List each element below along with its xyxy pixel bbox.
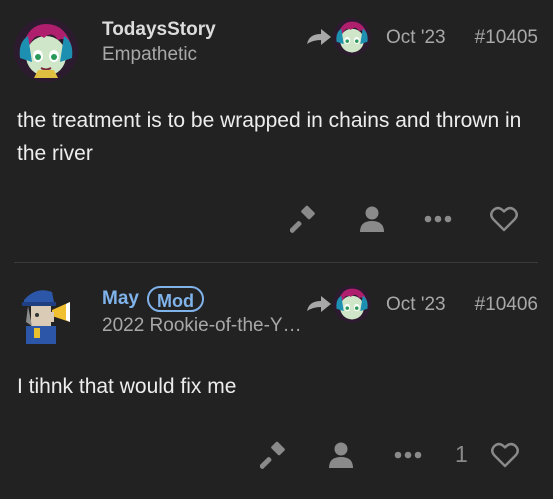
user-title: Empathetic [102, 44, 198, 65]
heart-icon[interactable] [487, 202, 521, 236]
user-icon[interactable] [324, 438, 358, 472]
post-number[interactable]: #10405 [466, 27, 538, 49]
like-count[interactable]: 1 [455, 441, 468, 468]
post-date[interactable]: Oct '23 [386, 27, 446, 49]
ellipsis-icon[interactable] [421, 202, 455, 236]
reply-arrow-icon[interactable] [305, 28, 333, 50]
avatar[interactable] [14, 282, 78, 346]
username[interactable]: May [102, 288, 139, 310]
reply-arrow-icon[interactable] [305, 295, 333, 317]
heart-icon[interactable] [488, 438, 522, 472]
post-body: the treatment is to be wrapped in chains… [17, 109, 522, 165]
mod-badge: Mod [147, 286, 204, 312]
post-number[interactable]: #10406 [466, 294, 538, 316]
post-date[interactable]: Oct '23 [386, 294, 446, 316]
gavel-icon[interactable] [287, 202, 321, 236]
username[interactable]: TodaysStory [102, 19, 216, 41]
avatar[interactable] [14, 18, 78, 82]
post-10405: TodaysStory Empathetic Oct '23 #10405 th… [0, 0, 553, 263]
gavel-icon[interactable] [257, 438, 291, 472]
ellipsis-icon[interactable] [391, 438, 425, 472]
user-icon[interactable] [355, 202, 389, 236]
post-10406: May Mod 2022 Rookie-of-the-Y… Oct '23 #1… [0, 263, 553, 499]
reply-to-avatar[interactable] [333, 285, 371, 323]
reply-to-avatar[interactable] [333, 18, 371, 56]
user-title: 2022 Rookie-of-the-Y… [102, 315, 302, 336]
post-body: I tihnk that would fix me [17, 375, 237, 398]
